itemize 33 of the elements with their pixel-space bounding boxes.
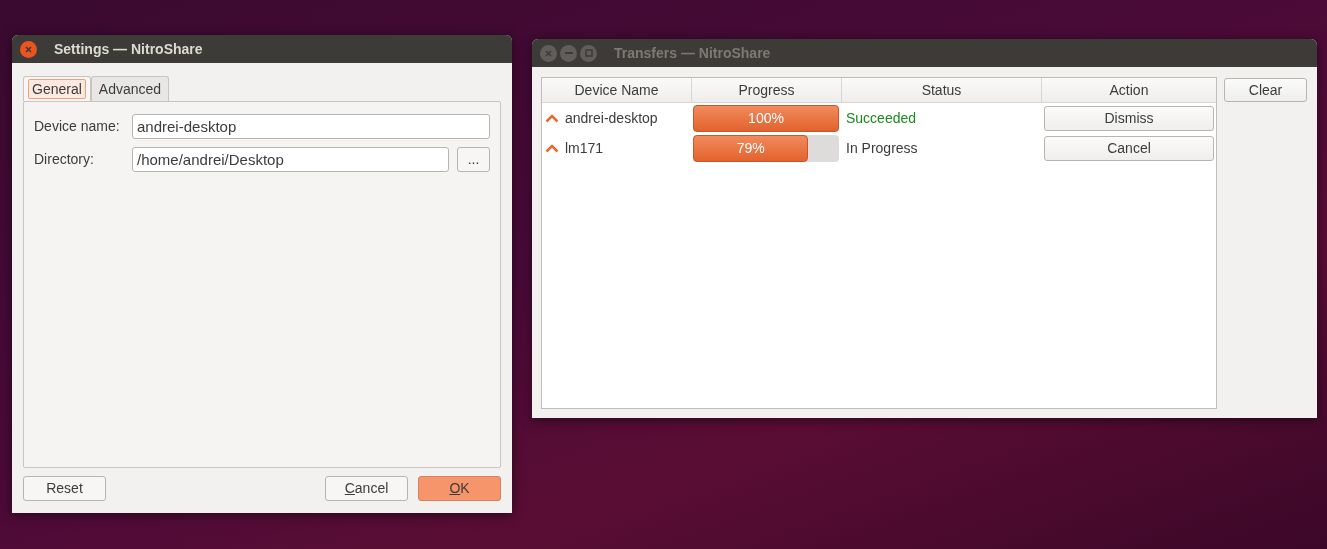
close-icon — [545, 49, 552, 57]
column-header[interactable]: Status — [842, 78, 1042, 102]
tab[interactable]: General — [23, 76, 91, 101]
minimize-button[interactable] — [560, 44, 577, 62]
cancel-button[interactable]: Cancel — [325, 476, 408, 501]
progress-label: 100% — [747, 108, 785, 128]
maximize-button[interactable] — [580, 44, 597, 62]
close-icon — [25, 45, 32, 53]
action-button[interactable]: Dismiss — [1044, 105, 1214, 131]
input-field[interactable]: /home/andrei/Desktop — [132, 147, 449, 172]
action-button[interactable]: Cancel — [1044, 135, 1214, 161]
tab[interactable]: Advanced — [90, 76, 170, 101]
device-name: andrei-desktop — [565, 108, 658, 128]
minimize-icon — [564, 52, 573, 54]
column-header[interactable]: Action — [1042, 78, 1216, 102]
column-header[interactable]: Progress — [692, 78, 842, 102]
reset-button[interactable]: Reset — [23, 476, 106, 501]
window-title: Transfers — NitroShare — [614, 43, 771, 63]
maximize-icon — [584, 49, 593, 57]
ok-button[interactable]: OK — [418, 476, 501, 501]
status-text: In Progress — [846, 140, 918, 156]
close-button[interactable] — [540, 44, 557, 62]
browse-button[interactable]: ... — [457, 147, 490, 172]
window-title: Settings — NitroShare — [54, 39, 203, 59]
clear-button[interactable]: Clear — [1224, 78, 1307, 102]
field-label: Device name: — [34, 117, 121, 136]
progress-label: 79% — [735, 138, 766, 158]
field-label: Directory: — [34, 150, 95, 169]
status-text: Succeeded — [846, 110, 917, 126]
column-header[interactable]: Device Name — [542, 78, 692, 102]
close-button[interactable] — [20, 40, 37, 58]
input-field[interactable]: andrei-desktop — [132, 114, 490, 139]
device-name: lm171 — [565, 138, 604, 158]
